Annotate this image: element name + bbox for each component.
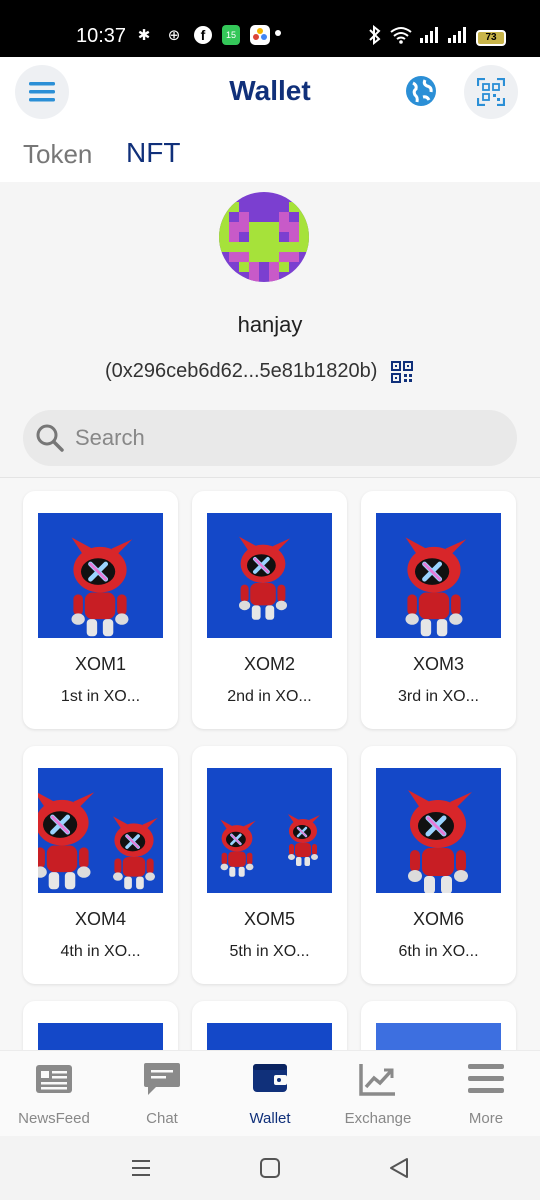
nav-wallet[interactable]: Wallet (216, 1061, 324, 1127)
nft-name: XOM6 (412, 909, 464, 929)
network-button[interactable] (405, 75, 437, 107)
nft-description: 4th in XO... (60, 943, 141, 960)
nft-description: 6th in XO... (398, 943, 479, 960)
scan-qr-button[interactable] (464, 65, 518, 119)
nft-image (376, 513, 501, 638)
wallet-icon (253, 1064, 287, 1092)
bottom-navigation: NewsFeed Chat Wallet Exchange More (0, 1050, 540, 1136)
nft-card[interactable]: XOM1 1st in XO... (23, 491, 178, 729)
more-notifications-dot (275, 30, 281, 36)
bluetooth-icon (368, 24, 382, 50)
nav-more[interactable]: More (432, 1061, 540, 1127)
search-bar[interactable] (23, 410, 517, 466)
nft-card[interactable]: XOM4 4th in XO... (23, 746, 178, 984)
nft-image (38, 1023, 163, 1050)
signal-strength-icon-2 (448, 27, 468, 48)
recents-icon[interactable] (129, 1156, 153, 1180)
back-icon[interactable] (387, 1156, 411, 1180)
status-time: 10:37 (76, 25, 127, 47)
app-header: Wallet (0, 57, 540, 127)
search-icon (36, 424, 64, 452)
photos-app-icon (250, 25, 270, 45)
tab-nft[interactable]: NFT (126, 137, 180, 169)
nav-newsfeed[interactable]: NewsFeed (0, 1061, 108, 1127)
nft-grid: XOM1 1st in XO... XOM2 2nd in XO... XOM3… (0, 477, 540, 1050)
nft-image (38, 513, 163, 638)
calendar-icon: 15 (222, 25, 240, 45)
nav-label: Chat (146, 1110, 178, 1127)
nft-card[interactable] (192, 1001, 347, 1050)
nft-description: 5th in XO... (229, 943, 310, 960)
page-title: Wallet (229, 75, 311, 106)
nav-chat[interactable]: Chat (108, 1061, 216, 1127)
slack-icon: ✱ (137, 27, 151, 44)
wallet-tabs: Token NFT (0, 127, 540, 182)
facebook-icon: f (194, 26, 212, 44)
qr-scan-icon (477, 78, 505, 106)
nft-name: XOM5 (243, 909, 295, 929)
globe-icon (406, 76, 436, 106)
search-input[interactable] (75, 425, 475, 451)
battery-icon: 73 (476, 29, 506, 46)
nft-name: XOM4 (74, 909, 126, 929)
nft-image (207, 1023, 332, 1050)
nav-label: More (468, 1110, 504, 1127)
exchange-icon (359, 1064, 395, 1096)
nft-description: 1st in XO... (60, 688, 141, 705)
nft-card[interactable] (361, 1001, 516, 1050)
nft-card[interactable] (23, 1001, 178, 1050)
nft-name: XOM2 (243, 654, 295, 674)
avatar[interactable] (219, 192, 309, 282)
profile-section: hanjay (0x296ceb6d62...5e81b1820b) (0, 182, 540, 477)
status-bar: 10:37 ✱ ⊕ f 15 73 (0, 0, 540, 57)
nft-card[interactable]: XOM2 2nd in XO... (192, 491, 347, 729)
signal-strength-icon (420, 27, 440, 48)
newsfeed-icon (36, 1065, 72, 1093)
nft-card[interactable]: XOM6 6th in XO... (361, 746, 516, 984)
nft-image (376, 768, 501, 893)
wallet-address-row: (0x296ceb6d62...5e81b1820b) (105, 360, 414, 383)
wifi-icon (390, 26, 412, 49)
nft-image (376, 1023, 501, 1050)
wallet-address[interactable]: (0x296ceb6d62...5e81b1820b) (105, 360, 377, 383)
nav-label: Wallet (249, 1110, 291, 1127)
notification-icons: ✱ ⊕ f 15 (134, 25, 270, 45)
nft-card[interactable]: XOM3 3rd in XO... (361, 491, 516, 729)
nft-description: 3rd in XO... (398, 688, 479, 705)
more-icon (468, 1064, 504, 1093)
nft-description: 2nd in XO... (227, 688, 312, 705)
system-navigation-bar (0, 1136, 540, 1200)
nav-label: Exchange (344, 1110, 412, 1127)
nft-image (207, 513, 332, 638)
nft-name: XOM1 (74, 654, 126, 674)
nft-image (38, 768, 163, 893)
chat-icon (144, 1063, 180, 1095)
system-status-icons: 73 (368, 24, 506, 50)
address-qr-icon[interactable] (391, 360, 414, 383)
nav-exchange[interactable]: Exchange (324, 1061, 432, 1127)
signal-app-icon: ⊕ (167, 27, 181, 44)
nft-name: XOM3 (412, 654, 464, 674)
nav-label: NewsFeed (18, 1110, 90, 1127)
username: hanjay (237, 312, 303, 337)
nft-card[interactable]: XOM5 5th in XO... (192, 746, 347, 984)
nft-image (207, 768, 332, 893)
home-icon[interactable] (258, 1156, 282, 1180)
tab-token[interactable]: Token (23, 139, 92, 170)
